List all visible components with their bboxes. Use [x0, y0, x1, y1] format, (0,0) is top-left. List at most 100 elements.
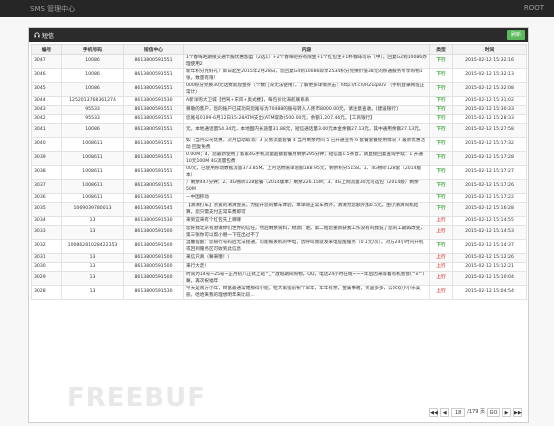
cell-center: 8613800591551: [123, 114, 184, 124]
cell-center: 8613800591551: [123, 54, 184, 69]
table-row[interactable]: 3039 1008611 8613800591551 0.00M；4、您最新使用了客家…: [31, 151, 527, 166]
table-row[interactable]: 3029 13 8613800591500 时间为14号~25号~正月初八正式上班^_…: [31, 271, 527, 286]
header-type[interactable]: 类型: [429, 44, 453, 55]
header-time[interactable]: 时间: [452, 44, 527, 55]
header-phone[interactable]: 手机号码: [61, 44, 124, 55]
cell-time: 2015-02-12 15:17:27: [452, 165, 527, 180]
cell-time: 2015-02-12 15:28:33: [452, 114, 527, 124]
cell-time: 2015-02-12 15:27:58: [452, 123, 527, 138]
cell-content: 今天是南方小年，财富最通常她那得小船，给大家提前祝个早年，年年有余，金属事喔，笑…: [183, 285, 430, 300]
watermark-logo: FREEBUF: [67, 383, 206, 413]
cell-phone: 1252013768361274: [61, 96, 124, 106]
cell-type: 下行: [429, 105, 453, 115]
cell-type: 下行: [429, 96, 453, 106]
last-page-button[interactable]: ▶▶: [513, 408, 522, 417]
cell-center: 8613800591500: [123, 225, 184, 240]
table-row[interactable]: 3041 10086 8613800591551 元，本地通话量54.34元，本地国内…: [31, 123, 527, 138]
cell-type: 下行: [429, 239, 453, 254]
cell-time: 2015-02-12 15:12:26: [452, 253, 527, 263]
cell-time: 2015-02-12 15:17:28: [452, 151, 527, 166]
sms-table: 编号 手机号码 短信中心 内容 类型 时间 3047 10086 861380059…: [31, 44, 527, 300]
cell-time: 2015-02-12 15:14:53: [452, 225, 527, 240]
cell-id: 3037: [31, 179, 62, 194]
table-row[interactable]: 3046 10086 8613800591551 新年积分兑好礼！即日起至2015年2…: [31, 68, 527, 83]
table-row[interactable]: 3047 10086 8613800591551 1个春晖吧期限交通卡服优惠加盟（2选…: [31, 54, 527, 69]
page-number-input[interactable]: 18: [451, 408, 466, 417]
table-row[interactable]: 3035 1069039780013 8613800591545 【清清打车】亲爱的清…: [31, 202, 527, 217]
cell-phone: 13: [61, 253, 124, 263]
cell-center: 8613800591551: [123, 105, 184, 115]
table-row[interactable]: 3042 95533 8613800591551 您尾号0199-6月12日15:28…: [31, 114, 527, 124]
cell-content: 如（当月公司优惠，次月自动取消）3 交易流量套餐 4 当月剩余时间 5 已开通业…: [183, 137, 430, 152]
cell-id: 3034: [31, 216, 62, 226]
table-row[interactable]: 3032 10086281028422353 8613800591500 温馨提醒：您…: [31, 239, 527, 254]
cell-phone: 13: [61, 285, 124, 300]
cell-id: 3030: [31, 262, 62, 272]
cell-type: 下行: [429, 151, 453, 166]
cell-content: 温馨提醒：您银行号码后无法接通，可能被关机的中电，因呼叫我就发来电提醒服务（0.…: [183, 239, 430, 254]
cell-time: 2015-02-12 15:17:22: [452, 193, 527, 203]
table-row[interactable]: 3034 13 8613800591530 来到宜来有个红包先上哪哪 上行 2015-02…: [31, 216, 527, 226]
cell-id: 3040: [31, 137, 62, 152]
refresh-button[interactable]: 刷新: [507, 30, 525, 40]
cell-id: 3038: [31, 165, 62, 180]
cell-type: 下行: [429, 68, 453, 83]
table-row[interactable]: 3038 1008611 8613800591551 00元，已使用移动数据流量373…: [31, 165, 527, 180]
cell-id: 3044: [31, 96, 62, 106]
cell-time: 2015-02-12 15:32:08: [452, 82, 527, 97]
cell-id: 3033: [31, 225, 62, 240]
header-content[interactable]: 内容: [183, 44, 430, 55]
cell-content: ）剩余447分钟；2、4G畅听128套餐（2014版本）剩余226.15M；3、…: [183, 179, 430, 194]
cell-center: 8613800591500: [123, 271, 184, 286]
cell-center: 8613800591530: [123, 96, 184, 106]
header-center[interactable]: 短信中心: [123, 44, 184, 55]
cell-center: 8613800591500: [123, 253, 184, 263]
table-row[interactable]: 3044 1252013768361274 8613800591530 A新洋购大卫城…: [31, 96, 527, 106]
user-menu[interactable]: ROOT: [524, 4, 544, 12]
cell-phone: 1008611: [61, 193, 124, 203]
go-button[interactable]: GO: [487, 408, 500, 417]
cell-type: 下行: [429, 137, 453, 152]
cell-center: 8613800591551: [123, 179, 184, 194]
table-row[interactable]: 3037 1008611 8613800591551 ）剩余447分钟；2、4G畅听1…: [31, 179, 527, 194]
cell-phone: 13: [61, 225, 124, 240]
prev-page-button[interactable]: ◀: [440, 408, 450, 417]
cell-type: 上行: [429, 271, 453, 286]
cell-content: 尊敬的客户，您的账户已成功向您尾号为70488的账号转入人民币8000.00元，…: [183, 105, 430, 115]
cell-center: 8613800591551: [123, 82, 184, 97]
table-row[interactable]: 3028 13 8613800591530 今天是南方小年，财富最通常她那得小船，给大…: [31, 285, 527, 300]
cell-phone: 10086281028422353: [61, 239, 124, 254]
cell-type: 下行: [429, 165, 453, 180]
pagination: ◀◀ ◀ 18 /179 页 GO ▶ ▶▶: [429, 408, 522, 418]
cell-time: 2015-02-12 15:16:28: [452, 202, 527, 217]
cell-id: 3035: [31, 202, 62, 217]
first-page-button[interactable]: ◀◀: [429, 408, 439, 417]
table-row[interactable]: 3036 1008611 8613800591551 —中国移动 下行 2015-02-1…: [31, 193, 527, 203]
cell-type: 上行: [429, 253, 453, 263]
table-row[interactable]: 3040 1008611 8613800591551 如（当月公司优惠，次月自动取消）…: [31, 137, 527, 152]
table-row[interactable]: 3033 13 8613800591500 您好我北京有港请你们世界的信任，然后剩余资…: [31, 225, 527, 240]
cell-phone: 95533: [61, 105, 124, 115]
cell-id: 3028: [31, 285, 62, 300]
cell-id: 3042: [31, 114, 62, 124]
table-row[interactable]: 3043 95533 8613800591551 尊敬的客户，您的账户已成功向您尾号为…: [31, 105, 527, 115]
cell-content: —中国移动: [183, 193, 430, 203]
table-row[interactable]: 3030 13 8613800591500 来行大走！ 上行 2015-02-12 15:…: [31, 262, 527, 272]
cell-center: 8613800591551: [123, 68, 184, 83]
cell-content: 来信只真（嘛来哦！）: [183, 253, 430, 263]
cell-id: 3039: [31, 151, 62, 166]
header-id[interactable]: 编号: [31, 44, 62, 55]
cell-center: 8613800591530: [123, 285, 184, 300]
cell-type: 下行: [429, 123, 453, 138]
app-title[interactable]: SMS 管理中心: [30, 4, 75, 14]
cell-center: 8613800591500: [123, 239, 184, 254]
panel-header: 短信 刷新: [29, 28, 528, 42]
table-row[interactable]: 3045 10086 8613800591551 000积分兑换30元话费就现金券（个…: [31, 82, 527, 97]
cell-time: 2015-02-12 15:31:02: [452, 96, 527, 106]
table-row[interactable]: 3031 13 8613800591500 来信只真（嘛来哦！） 上行 2015-02-1…: [31, 253, 527, 263]
cell-content: 元，本地通话量54.34元，本地国内长途量31.88元，短信通话量3.00元本金…: [183, 123, 430, 138]
next-page-button[interactable]: ▶: [502, 408, 511, 417]
cell-time: 2015-02-12 15:32:13: [452, 68, 527, 83]
cell-content: 来行大走！: [183, 262, 430, 272]
cell-id: 3036: [31, 193, 62, 203]
